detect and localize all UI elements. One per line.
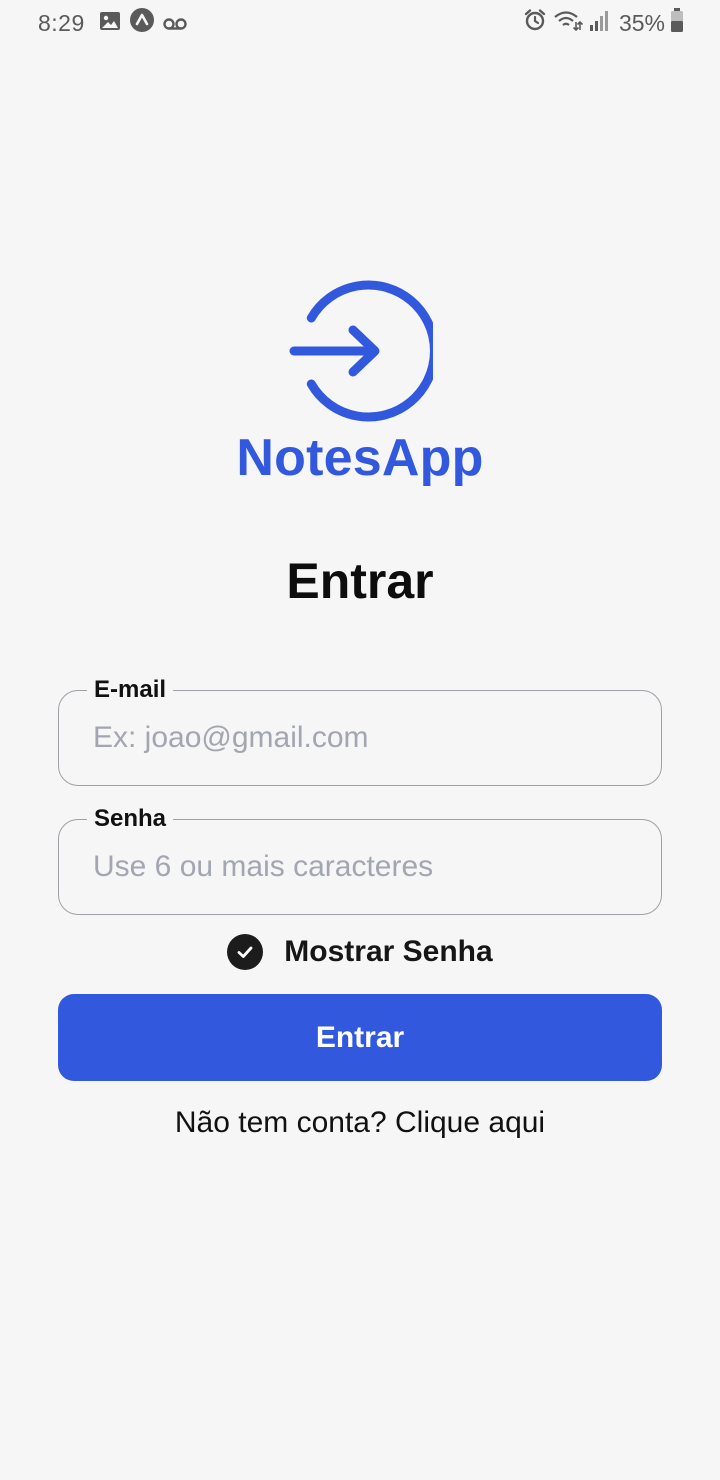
login-screen: 8:29 35% NotesApp Entrar E-mail Ex: joao… [0,0,720,1480]
signal-icon [589,10,609,37]
status-bar: 8:29 35% [0,0,720,44]
show-password-label: Mostrar Senha [284,935,493,968]
alarm-icon [523,8,547,38]
status-bar-right: 35% [523,8,684,38]
image-icon [99,10,121,37]
login-arrow-icon [287,278,439,424]
wifi-icon [553,9,584,37]
app-name: NotesApp [236,429,484,487]
signup-link[interactable]: Não tem conta? Clique aqui [0,1106,720,1140]
show-password-toggle[interactable]: Mostrar Senha [0,932,720,972]
battery-percentage: 35% [618,9,665,36]
password-label: Senha [87,804,174,834]
status-bar-left: 8:29 [38,8,196,38]
login-button[interactable]: Entrar [58,994,662,1081]
password-input[interactable] [93,848,633,886]
email-label: E-mail [87,675,174,705]
app-notification-icon [129,8,154,38]
email-input[interactable] [93,719,633,757]
status-time: 8:29 [38,9,85,36]
page-title: Entrar [286,553,434,609]
voicemail-icon [163,10,187,37]
password-field: Senha [58,804,662,915]
email-field: E-mail [58,675,662,786]
battery-icon [670,8,684,38]
check-circle-icon[interactable] [227,934,264,970]
